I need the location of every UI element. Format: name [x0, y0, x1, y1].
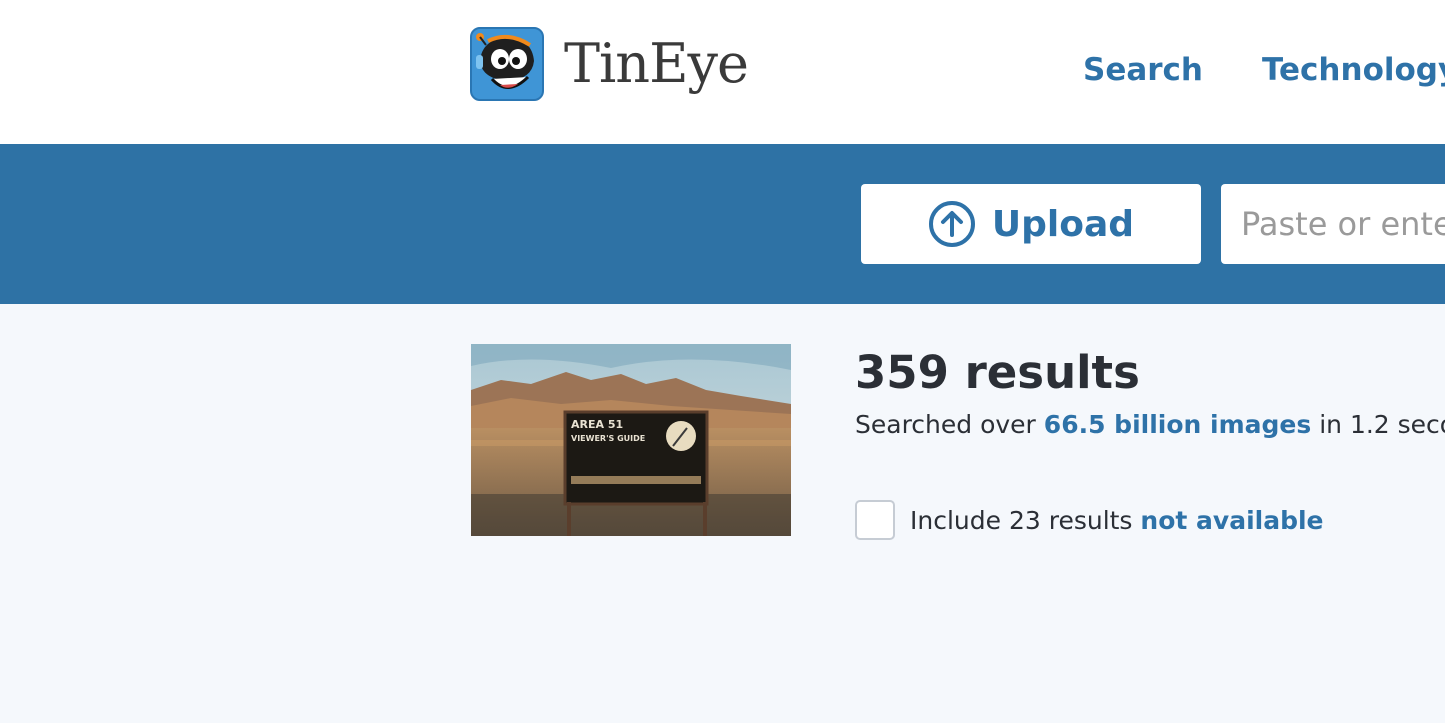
query-image-thumbnail[interactable]: AREA 51 VIEWER'S GUIDE — [471, 344, 791, 536]
include-unavailable-prefix: Include 23 results — [910, 505, 1141, 535]
include-unavailable-row: Include 23 results not available — [855, 500, 1324, 540]
sign-line-1: AREA 51 — [571, 418, 623, 431]
nav-search-link[interactable]: Search — [1083, 52, 1203, 88]
site-header: TinEye Search Technology — [0, 0, 1445, 144]
search-bar: Upload — [0, 144, 1445, 304]
upload-arrow-icon — [928, 201, 975, 247]
page: TinEye Search Technology Upload Paste or… — [0, 0, 1445, 723]
search-stats-prefix: Searched over — [855, 410, 1044, 439]
indexed-images-link[interactable]: 66.5 billion images — [1044, 410, 1311, 439]
include-unavailable-label: Include 23 results not available — [910, 506, 1324, 535]
image-url-input[interactable] — [1221, 184, 1445, 264]
results-count-heading: 359 results — [855, 346, 1140, 399]
sign-line-2: VIEWER'S GUIDE — [571, 434, 645, 443]
upload-button-label: Upload — [991, 203, 1135, 245]
not-available-link[interactable]: not available — [1140, 506, 1323, 535]
search-stats-text: Searched over 66.5 billion images in 1.2… — [855, 410, 1445, 439]
search-stats-suffix: in 1.2 seconds — [1319, 410, 1445, 439]
include-unavailable-checkbox[interactable] — [855, 500, 895, 540]
nav-technology-link[interactable]: Technology — [1262, 52, 1445, 88]
brand-name: TinEye — [564, 32, 749, 95]
upload-button[interactable]: Upload — [861, 184, 1201, 264]
tineye-robot-logo-icon — [470, 27, 544, 101]
site-logo[interactable]: TinEye — [470, 26, 749, 102]
